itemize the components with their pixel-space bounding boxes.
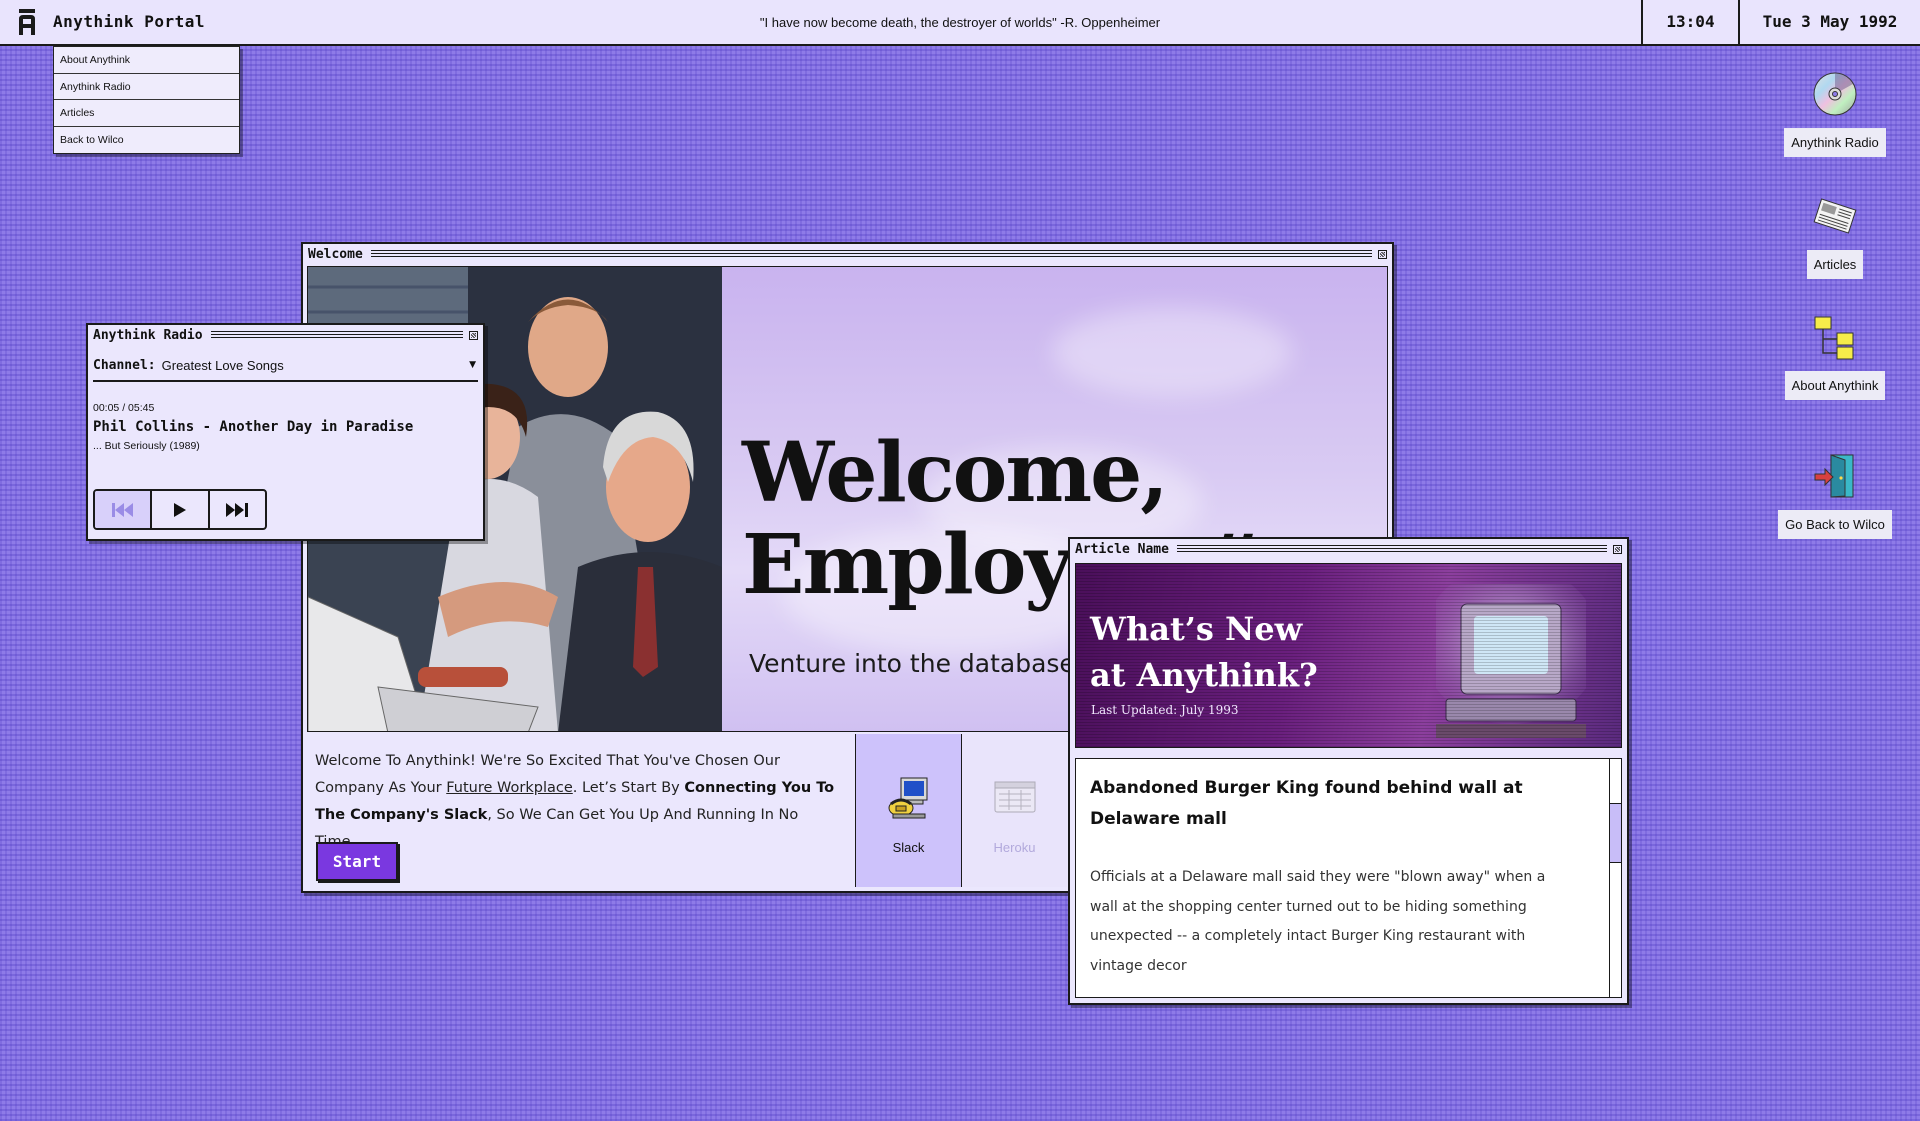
tool-label: Slack (892, 840, 925, 855)
spreadsheet-icon (994, 781, 1035, 813)
app-dropdown-menu: About Anythink Anythink Radio Articles B… (53, 46, 240, 154)
tool-label: Heroku (993, 840, 1036, 855)
close-icon[interactable] (1378, 249, 1387, 259)
cd-disc-icon (1813, 72, 1857, 116)
newspaper-icon (1813, 198, 1857, 234)
playback-controls (93, 489, 267, 530)
tool-slack[interactable]: Slack (855, 734, 961, 887)
welcome-titlebar[interactable]: Welcome (303, 244, 1392, 264)
play-icon (173, 502, 186, 517)
radio-titlebar[interactable]: Anythink Radio (88, 325, 483, 345)
article-scrollbar[interactable] (1609, 759, 1621, 997)
menu-item-articles[interactable]: Articles (54, 100, 239, 127)
article-summary: Officials at a Delaware mall said they w… (1090, 869, 1546, 974)
menu-item-about[interactable]: About Anythink (54, 47, 239, 74)
article-titlebar[interactable]: Article Name (1070, 539, 1627, 559)
folder-tree-icon (1814, 316, 1854, 360)
article-window: Article Name What’s New at Anythink? Las… (1068, 537, 1629, 1005)
window-title: Article Name (1075, 541, 1169, 557)
article-headline[interactable]: Abandoned Burger King found behind wall … (1090, 773, 1580, 835)
hero-subtitle: Venture into the database. (749, 649, 1083, 678)
date: Tue 3 May 1992 (1738, 0, 1920, 44)
anythink-logo-icon[interactable] (16, 8, 38, 36)
desktop-icon-articles[interactable]: Articles (1783, 192, 1887, 279)
desktop-icon-label: Articles (1806, 250, 1864, 279)
banner-title: What’s New at Anythink? (1090, 610, 1318, 694)
computer-phone-icon (888, 777, 927, 819)
channel-select[interactable]: Channel: Greatest Love Songs ▼ (93, 351, 478, 382)
banner-subtitle: Last Updated: July 1993 (1091, 703, 1239, 717)
whats-new-banner: What’s New at Anythink? Last Updated: Ju… (1075, 563, 1622, 748)
menu-item-back-to-wilco[interactable]: Back to Wilco (54, 127, 239, 154)
article-card[interactable]: Abandoned Burger King found behind wall … (1075, 758, 1622, 998)
future-workplace-link[interactable]: Future Workplace (446, 780, 573, 796)
desktop-icon-radio[interactable]: Anythink Radio (1783, 70, 1887, 157)
clock: 13:04 (1641, 0, 1738, 44)
previous-button[interactable] (95, 491, 151, 528)
close-icon[interactable] (469, 330, 478, 340)
window-title: Welcome (308, 246, 363, 262)
desktop-icon-label: Go Back to Wilco (1778, 510, 1892, 539)
app-title[interactable]: Anythink Portal (53, 12, 205, 31)
close-icon[interactable] (1613, 544, 1622, 554)
play-button[interactable] (150, 491, 207, 528)
start-button[interactable]: Start (316, 842, 398, 881)
radio-window: Anythink Radio Channel: Greatest Love So… (86, 323, 485, 541)
skip-forward-icon (226, 502, 249, 517)
desktop-icon-about[interactable]: About Anythink (1773, 313, 1897, 400)
desktop-icon-back-to-wilco[interactable]: Go Back to Wilco (1770, 452, 1900, 539)
channel-value: Greatest Love Songs (161, 358, 284, 373)
menu-bar: Anythink Portal "I have now become death… (0, 0, 1920, 46)
desktop-icon-label: Anythink Radio (1784, 128, 1886, 157)
track-time: 00:05 / 05:45 (93, 402, 155, 414)
exit-door-icon (1814, 454, 1854, 498)
skip-back-icon (111, 502, 133, 517)
desktop-icon-label: About Anythink (1784, 371, 1886, 400)
header-quote: "I have now become death, the destroyer … (759, 15, 1161, 30)
welcome-intro-text: Welcome To Anythink! We're So Excited Th… (315, 753, 835, 850)
track-title: Phil Collins - Another Day in Paradise (93, 419, 414, 435)
scrollbar-thumb[interactable] (1610, 803, 1621, 863)
chevron-down-icon: ▼ (469, 360, 476, 370)
menu-item-radio[interactable]: Anythink Radio (54, 74, 239, 100)
track-album: ... But Seriously (1989) (93, 440, 200, 452)
tool-heroku[interactable]: Heroku (961, 734, 1067, 887)
next-button[interactable] (207, 491, 265, 528)
window-title: Anythink Radio (93, 327, 203, 343)
